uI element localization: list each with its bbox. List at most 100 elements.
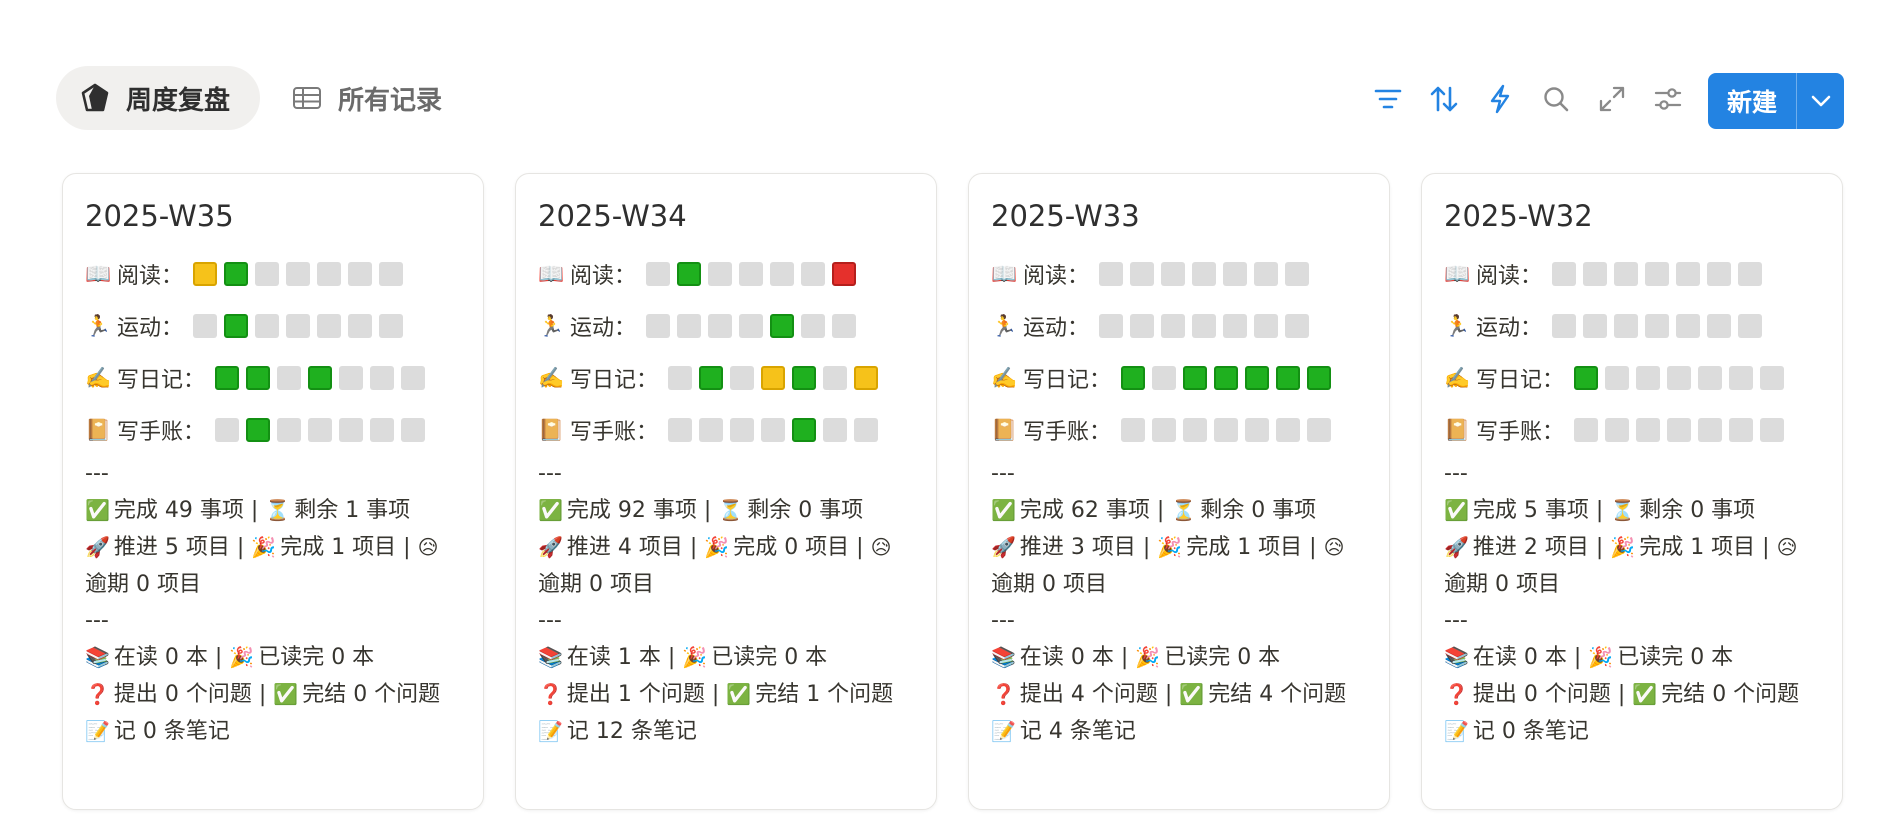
day-square-gray (1583, 314, 1608, 338)
day-square-gray (1214, 418, 1239, 442)
read-done-count: 已读完 0 本 (258, 645, 375, 670)
day-square-gray (286, 262, 311, 286)
book-icon: 📖 (1444, 261, 1471, 286)
new-dropdown-button[interactable] (1797, 73, 1844, 129)
read-done-count: 已读完 0 本 (1617, 645, 1734, 670)
day-square-gray (668, 366, 693, 390)
day-square-gray (1552, 262, 1577, 286)
divider-text: --- (538, 608, 562, 633)
card-summary: --- ✅ 完成 49 事项 | ⏳ 剩余 1 事项 🚀 推进 5 项目 | 🎉 完成 … (85, 456, 461, 750)
projects-line: 🚀 推进 2 项目 | 🎉 完成 1 项目 | 😥 逾期 0 项目 (1444, 529, 1820, 603)
day-square-gray (832, 314, 857, 338)
sort-icon (1430, 86, 1458, 112)
hourglass-icon: ⏳ (718, 498, 744, 522)
expand-icon (1599, 86, 1625, 112)
day-square-green (246, 366, 271, 390)
day-square-gray (1738, 262, 1763, 286)
questions-line: ❓ 提出 1 个问题 | ✅ 完结 1 个问题 (538, 676, 914, 713)
tasks-line: ✅ 完成 49 事项 | ⏳ 剩余 1 事项 (85, 492, 461, 529)
day-square-gray (1605, 366, 1630, 390)
habit-label: 写日记： (570, 368, 659, 393)
tab-label: 所有记录 (338, 85, 443, 116)
sort-button[interactable] (1427, 82, 1461, 116)
habit-label: 写手账： (117, 420, 206, 445)
habit-row: 📖 阅读： (85, 248, 461, 300)
day-square-gray (1645, 262, 1670, 286)
card-summary: --- ✅ 完成 5 事项 | ⏳ 剩余 0 事项 🚀 推进 2 项目 | 🎉 完成 1… (1444, 456, 1820, 750)
day-square-gray (317, 262, 342, 286)
day-square-gray (1698, 418, 1723, 442)
new-button-group: 新建 (1708, 73, 1844, 129)
sad-face-icon: 😥 (870, 535, 892, 559)
habit-label: 阅读： (1023, 264, 1090, 289)
projects-done: 完成 1 项目 | (1186, 535, 1324, 560)
day-square-green (677, 262, 702, 286)
card[interactable]: 2025-W35 📖 阅读： 🏃 运动： ✍️ 写日记： 📔 写手账： --- ✅ 完成 49 … (62, 173, 484, 810)
day-square-gray (401, 366, 426, 390)
day-square-gray (370, 418, 395, 442)
card-title: 2025-W33 (991, 199, 1140, 233)
tab-all-records[interactable]: 所有记录 (268, 66, 472, 130)
day-square-green (1214, 366, 1239, 390)
habit-row: 🏃 运动： (85, 300, 461, 352)
questions-line: ❓ 提出 4 个问题 | ✅ 完结 4 个问题 (991, 676, 1367, 713)
day-square-gray (1667, 366, 1692, 390)
day-square-gray (1245, 418, 1270, 442)
tab-weekly-review[interactable]: 周度复盘 (56, 66, 260, 130)
habit-label: 写手账： (570, 420, 659, 445)
day-square-green (224, 314, 249, 338)
card[interactable]: 2025-W33 📖 阅读： 🏃 运动： ✍️ 写日记： 📔 写手账： --- ✅ 完成 62 … (968, 173, 1390, 810)
book-icon: 📖 (991, 261, 1018, 286)
day-square-gray (317, 314, 342, 338)
search-button[interactable] (1539, 82, 1573, 116)
tasks-left: 剩余 0 事项 (747, 498, 864, 523)
divider-text: --- (1444, 608, 1468, 633)
card[interactable]: 2025-W32 📖 阅读： 🏃 运动： ✍️ 写日记： 📔 写手账： --- ✅ 完成 5 事… (1421, 173, 1843, 810)
notes-count: 记 0 条笔记 (113, 719, 230, 744)
day-square-gray (668, 418, 693, 442)
day-square-gray (401, 418, 426, 442)
day-square-gray (1307, 418, 1332, 442)
day-square-gray (730, 366, 755, 390)
day-square-gray (1285, 314, 1310, 338)
day-square-gray (286, 314, 311, 338)
memo-icon: 📝 (1444, 719, 1469, 743)
divider-text: --- (85, 461, 109, 486)
habit-row: ✍️ 写日记： (85, 352, 461, 404)
day-square-gray (646, 314, 671, 338)
projects-done: 完成 1 项目 | (1639, 535, 1777, 560)
notebook-icon: 📔 (1444, 417, 1471, 442)
hourglass-icon: ⏳ (1610, 498, 1636, 522)
day-square-green (792, 366, 817, 390)
day-square-green (792, 418, 817, 442)
questions-closed: 完结 4 个问题 (1208, 682, 1347, 707)
question-icon: ❓ (991, 682, 1016, 706)
expand-button[interactable] (1595, 82, 1629, 116)
tasks-done: 完成 49 事项 | (113, 498, 266, 523)
day-square-green (1245, 366, 1270, 390)
habit-label: 写日记： (1476, 368, 1565, 393)
question-icon: ❓ (538, 682, 563, 706)
projects-pushed: 推进 5 项目 | (113, 535, 252, 560)
automation-button[interactable] (1483, 82, 1517, 116)
day-square-gray (699, 418, 724, 442)
writing-hand-icon: ✍️ (538, 365, 565, 390)
habit-label: 阅读： (1476, 264, 1543, 289)
writing-hand-icon: ✍️ (1444, 365, 1471, 390)
runner-icon: 🏃 (538, 313, 565, 338)
day-square-gray (646, 262, 671, 286)
view-settings-button[interactable] (1651, 82, 1685, 116)
day-square-gray (761, 418, 786, 442)
card-summary: --- ✅ 完成 92 事项 | ⏳ 剩余 0 事项 🚀 推进 4 项目 | 🎉 完成 … (538, 456, 914, 750)
day-square-gray (308, 418, 333, 442)
day-square-green (1121, 366, 1146, 390)
habit-row: 📔 写手账： (85, 404, 461, 456)
day-square-gray (1099, 314, 1124, 338)
card[interactable]: 2025-W34 📖 阅读： 🏃 运动： ✍️ 写日记： 📔 写手账： --- ✅ 完成 92 … (515, 173, 937, 810)
book-icon: 📖 (85, 261, 112, 286)
day-square-gray (1707, 314, 1732, 338)
day-square-gray (1161, 262, 1186, 286)
projects-pushed: 推进 3 项目 | (1019, 535, 1158, 560)
new-button[interactable]: 新建 (1708, 73, 1796, 129)
filter-button[interactable] (1371, 82, 1405, 116)
